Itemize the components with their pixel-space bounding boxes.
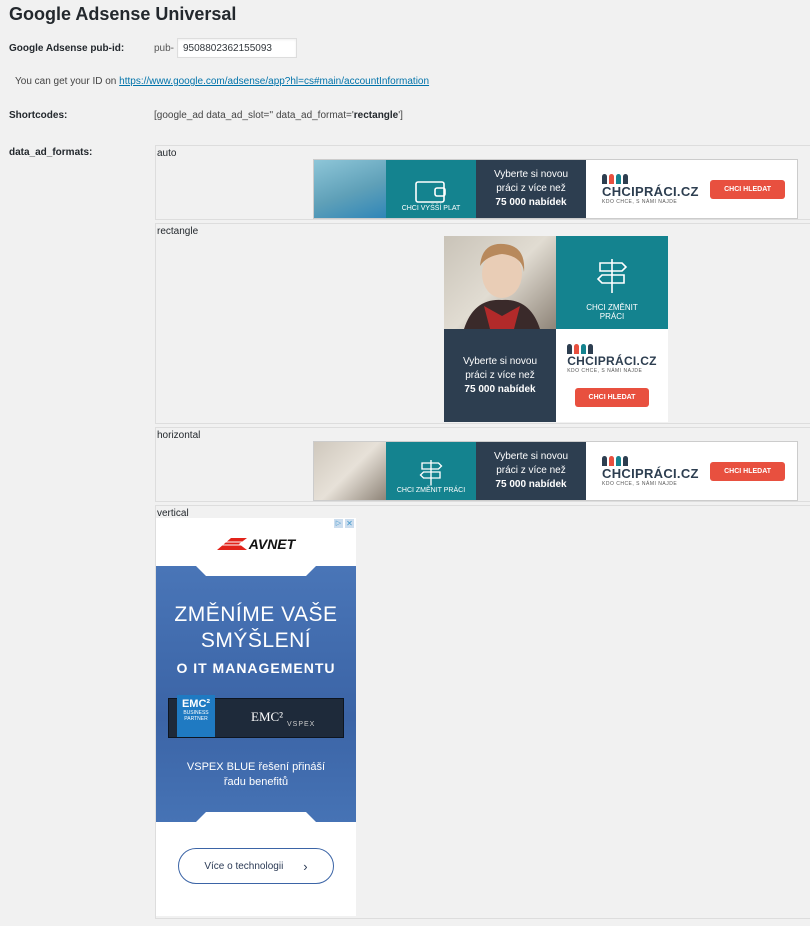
account-info-link[interactable]: https://www.google.com/adsense/app?hl=cs…: [119, 76, 429, 87]
chciprace-ad-rectangle[interactable]: CHCI ZMĚNIT PRÁCI Vyberte si novou práci z…: [444, 236, 668, 422]
chciprace-ad-horizontal[interactable]: CHCI ZMĚNIT PRÁCI Vyberte si novou práci …: [313, 441, 798, 501]
format-rectangle-label: rectangle: [157, 226, 199, 237]
shortcode-prefix: [google_ad data_ad_slot='' data_ad_forma…: [154, 110, 354, 121]
ad-white-panel: CHCIPRÁCI.CZ KDO CHCE, S NÁMI NAJDE CHCI…: [586, 160, 797, 218]
people-icon: [567, 344, 657, 354]
ad-headline-2: SMÝŠLENÍ: [200, 629, 312, 652]
pubid-prefix: pub-: [154, 43, 175, 54]
cta-label: Více o technologii: [204, 860, 284, 872]
pubid-input[interactable]: [177, 38, 297, 58]
getid-note: You can get your ID on https://www.googl…: [15, 76, 429, 87]
format-horizontal-label: horizontal: [157, 430, 201, 441]
format-horizontal-box: horizontal CHCI ZMĚNIT PRÁCI Vyberte si …: [155, 427, 810, 502]
chciprace-logo: CHCIPRÁCI.CZ KDO CHCE, S NÁMI NAJDE: [602, 455, 699, 487]
logo-sub: KDO CHCE, S NÁMI NAJDE: [602, 480, 678, 487]
logo-sub: KDO CHCE, S NÁMI NAJDE: [567, 368, 643, 374]
ad-photo-woman: [444, 236, 556, 329]
ad-line2: práci z více než: [496, 183, 566, 194]
ad-teal-panel: CHCI VYŠŠÍ PLAT: [386, 160, 476, 218]
ad-teal-text: CHCI VYŠŠÍ PLAT: [401, 205, 461, 212]
page-title: Google Adsense Universal: [9, 4, 237, 24]
chci-hledat-button[interactable]: CHCI HLEDAT: [710, 179, 785, 199]
avnet-logo: AVNET: [156, 536, 356, 552]
ad-headline-1: ZMĚNÍME VAŠE: [174, 603, 338, 626]
chci-hledat-button[interactable]: CHCI HLEDAT: [574, 388, 650, 407]
ad-line2: práci z více než: [496, 465, 566, 476]
wallet-icon: [415, 181, 446, 203]
shortcode-suffix: ']: [398, 110, 403, 121]
shortcodes-label: Shortcodes:: [9, 110, 68, 121]
ad-line3: 75 000 nabídek: [495, 479, 567, 490]
avnet-ad-vertical[interactable]: ▷ ✕ AVNET ZMĚNÍME VAŠE SMÝŠLENÍ O IT MANA…: [156, 518, 356, 916]
emc-badge: EMC² BUSINESS PARTNER: [177, 695, 215, 737]
ad-white-panel: CHCIPRÁCI.CZ KDO CHCE, S NÁMI NAJDE CHCI…: [586, 442, 797, 500]
ad-footer-shape: [156, 812, 356, 828]
adchoices[interactable]: ▷ ✕: [334, 519, 354, 528]
chevron-right-icon: ›: [303, 858, 308, 874]
adchoices-icon[interactable]: ▷: [334, 519, 343, 528]
chciprace-ad-auto[interactable]: CHCI VYŠŠÍ PLAT Vyberte si novou práci z …: [313, 159, 798, 219]
ad-photo-woman: [314, 442, 386, 500]
logo-sub: KDO CHCE, S NÁMI NAJDE: [602, 198, 678, 205]
ad-line3: 75 000 nabídek: [495, 197, 567, 208]
ad-subheadline: O IT MANAGEMENTU: [176, 660, 336, 676]
ad-line1: Vyberte si novou: [493, 169, 569, 180]
chciprace-logo: CHCIPRÁCI.CZ KDO CHCE, S NÁMI NAJDE: [602, 173, 699, 205]
vspex-appliance: EMC² BUSINESS PARTNER EMC² VSPEX: [168, 695, 344, 738]
chci-hledat-button[interactable]: CHCI HLEDAT: [710, 461, 785, 481]
ad-photo-man: [314, 160, 386, 218]
ad-teal-text-2: PRÁCI: [599, 312, 625, 321]
ad-teal-panel: CHCI ZMĚNIT PRÁCI: [556, 236, 668, 329]
ad-navy-panel: Vyberte si novou práci z více než 75 000 n…: [444, 329, 556, 422]
ad-teal-text-1: CHCI ZMĚNIT: [586, 303, 638, 312]
close-icon[interactable]: ✕: [345, 519, 354, 528]
chciprace-logo: CHCIPRÁCI.CZ KDO CHCE, S NÁMI NAJDE: [567, 344, 657, 374]
people-icon: [602, 173, 699, 184]
ad-line2: práci z více než: [465, 369, 535, 381]
format-auto-box: auto CHCI VYŠŠÍ PLAT Vyberte si novou prá…: [155, 145, 810, 220]
ad-line1: Vyberte si novou: [493, 451, 569, 462]
logo-text: CHCIPRÁCI.CZ: [602, 465, 699, 481]
ad-line1: Vyberte si novou: [462, 355, 538, 367]
format-rectangle-box: rectangle CHCI ZMĚNIT PRÁCI Vyberte si no…: [155, 223, 810, 424]
ad-teal-text: CHCI ZMĚNIT PRÁCI: [396, 487, 466, 494]
woman-photo-icon: [464, 243, 540, 329]
emc-badge-sub-2: PARTNER: [184, 716, 208, 722]
vspex-text: VSPEX: [287, 721, 316, 728]
emc-product-text: EMC²: [251, 709, 284, 724]
ad-line3: 75 000 nabídek: [464, 383, 536, 395]
avnet-logo-text: AVNET: [248, 536, 296, 552]
logo-text: CHCIPRÁCI.CZ: [602, 183, 699, 199]
formats-label: data_ad_formats:: [9, 147, 93, 158]
avnet-logo-icon: [216, 538, 247, 550]
getid-text: You can get your ID on: [15, 76, 117, 87]
emc-badge-sub: BUSINESS PARTNER: [177, 710, 215, 722]
pubid-label: Google Adsense pub-id:: [9, 43, 125, 54]
ad-headline: ZMĚNÍME VAŠE SMÝŠLENÍ: [156, 602, 356, 654]
more-about-technology-button[interactable]: Více o technologii ›: [178, 848, 334, 884]
ad-navy-panel: Vyberte si novou práci z více než 75 000 n…: [476, 442, 586, 500]
signpost-icon: [596, 259, 628, 293]
ad-white-panel: CHCIPRÁCI.CZ KDO CHCE, S NÁMI NAJDE CHCI…: [556, 329, 668, 422]
ad-desc-2: řadu benefitů: [223, 776, 289, 788]
shortcode-format: rectangle: [353, 110, 399, 121]
ad-navy-panel: Vyberte si novou práci z více než 75 000 n…: [476, 160, 586, 218]
ad-desc-1: VSPEX BLUE řešení přináší: [186, 761, 326, 773]
ad-teal-panel: CHCI ZMĚNIT PRÁCI: [386, 442, 476, 500]
format-auto-label: auto: [157, 148, 177, 159]
shortcode-text: [google_ad data_ad_slot='' data_ad_forma…: [154, 110, 403, 121]
ad-description: VSPEX BLUE řešení přináší řadu benefitů: [156, 760, 356, 790]
logo-text: CHCIPRÁCI.CZ: [567, 354, 657, 368]
format-vertical-box: vertical ▷ ✕ AVNET ZMĚNÍME VAŠE SMÝŠLENÍ …: [155, 505, 810, 919]
signpost-icon: [419, 460, 443, 486]
people-icon: [602, 455, 699, 466]
emc-badge-text: EMC²: [181, 698, 211, 710]
